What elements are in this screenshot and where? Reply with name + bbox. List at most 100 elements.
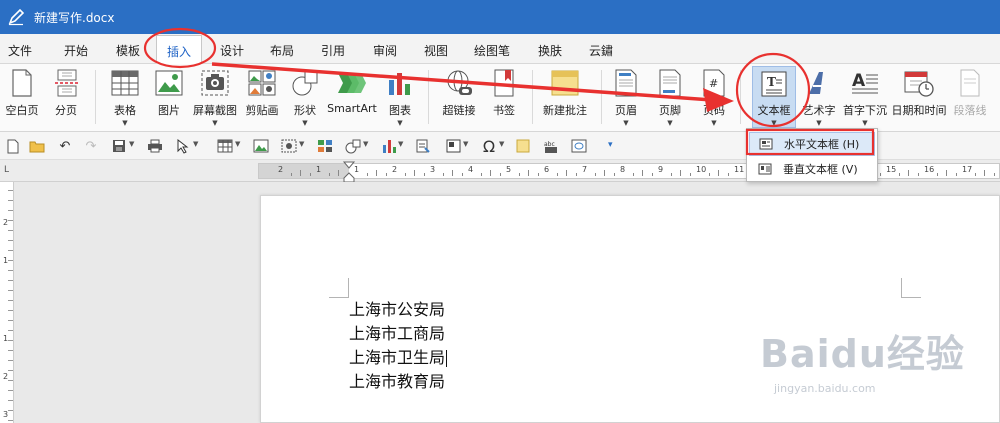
dropcap-dropdown-icon[interactable]: ▼ <box>862 119 867 127</box>
text-caret <box>446 350 448 367</box>
menu-view[interactable]: 视图 <box>424 42 448 59</box>
print-icon[interactable] <box>146 137 164 155</box>
chart-dropdown-small-icon[interactable]: ▼ <box>398 140 403 148</box>
page-number-button[interactable]: # 页码 ▼ <box>698 66 730 128</box>
blank-page-button[interactable]: 空白页 <box>4 66 40 128</box>
save-dropdown-icon[interactable]: ▼ <box>129 140 134 148</box>
toolbar-overflow-icon[interactable]: ▾ <box>608 140 613 150</box>
crop-mark-top-left <box>329 278 349 298</box>
insert-chart-icon[interactable] <box>380 137 398 155</box>
chart-dropdown-icon[interactable]: ▼ <box>397 119 402 127</box>
insert-textbox-small-icon[interactable] <box>444 137 462 155</box>
ruler-number: 8 <box>620 165 626 174</box>
table-button[interactable]: 表格 ▼ <box>108 66 142 128</box>
horizontal-textbox-icon <box>758 137 774 151</box>
document-body[interactable]: 上海市公安局 上海市工商局 上海市卫生局 上海市教育局 <box>349 298 448 394</box>
document-line: 上海市公安局 <box>349 300 446 319</box>
menu-home[interactable]: 开始 <box>64 42 88 59</box>
ruler-tick <box>566 170 567 176</box>
ruler-tick <box>898 173 900 176</box>
ruler-tick <box>499 173 501 176</box>
screenshot-dropdown-small-icon[interactable]: ▼ <box>299 140 304 148</box>
horizontal-textbox-item[interactable]: 水平文本框 (H) <box>749 132 875 156</box>
insert-screenshot-icon[interactable] <box>280 137 298 155</box>
header-button[interactable]: 页眉 ▼ <box>610 66 642 128</box>
ruler-tick <box>651 173 653 176</box>
menu-file[interactable]: 文件 <box>8 42 32 59</box>
footer-icon <box>655 68 685 98</box>
document-line-text: 上海市卫生局 <box>349 348 446 367</box>
shape-dropdown-small-icon[interactable]: ▼ <box>363 140 368 148</box>
new-document-icon[interactable] <box>4 137 22 155</box>
ruler-tick <box>689 173 691 176</box>
picture-label: 图片 <box>158 104 180 117</box>
ruler-tick <box>908 170 909 176</box>
ruler-tick <box>442 173 444 176</box>
footer-dropdown-icon[interactable]: ▼ <box>667 119 672 127</box>
comment-note-icon <box>550 68 580 98</box>
vertical-ruler-tick <box>8 200 13 201</box>
menu-design[interactable]: 设计 <box>220 42 244 59</box>
menu-drawing-pen[interactable]: 绘图笔 <box>474 42 510 59</box>
textbox-button[interactable]: T 文本框 ▼ <box>752 66 796 128</box>
open-folder-icon[interactable] <box>28 137 46 155</box>
pen-app-icon <box>6 7 26 27</box>
ruler-number: 15 <box>886 165 897 174</box>
page-number-dropdown-icon[interactable]: ▼ <box>711 119 716 127</box>
table-dropdown-icon[interactable]: ▼ <box>122 119 127 127</box>
menu-references[interactable]: 引用 <box>321 42 345 59</box>
page-break-button[interactable]: 分页 <box>50 66 82 128</box>
dropcap-button[interactable]: A 首字下沉 ▼ <box>840 66 890 128</box>
textbox-dropdown-small-icon[interactable]: ▼ <box>463 140 468 148</box>
header-label: 页眉 <box>615 104 637 117</box>
dropcap-icon: A <box>850 68 880 98</box>
wordart-dropdown-icon[interactable]: ▼ <box>816 119 821 127</box>
shape-dropdown-icon[interactable]: ▼ <box>302 119 307 127</box>
chart-button[interactable]: 图表 ▼ <box>384 66 416 128</box>
insert-comment-small-icon[interactable] <box>514 137 532 155</box>
menu-insert[interactable]: 插入 <box>156 35 203 64</box>
new-comment-label: 新建批注 <box>543 104 587 117</box>
menu-cloud[interactable]: 云鏽 <box>589 42 613 59</box>
document-line: 上海市卫生局 <box>349 346 448 370</box>
insert-shape-icon[interactable] <box>344 137 362 155</box>
blank-page-label: 空白页 <box>5 104 39 117</box>
menu-skin[interactable]: 换肤 <box>538 42 562 59</box>
smartart-button[interactable]: SmartArt <box>326 66 378 128</box>
hyperlink-button[interactable]: 超链接 <box>440 66 478 128</box>
screenshot-button[interactable]: 屏幕截图 ▼ <box>193 66 237 128</box>
new-comment-button[interactable]: 新建批注 <box>540 66 590 128</box>
symbol-dropdown-icon[interactable]: ▼ <box>499 140 504 148</box>
save-icon[interactable] <box>110 137 128 155</box>
indent-marker-icon[interactable] <box>343 161 355 183</box>
bookmark-button[interactable]: 书签 <box>488 66 520 128</box>
table-dropdown-small-icon[interactable]: ▼ <box>235 140 240 148</box>
menu-layout[interactable]: 布局 <box>270 42 294 59</box>
smartart-icon <box>337 68 367 98</box>
undo-icon[interactable]: ↶ <box>56 137 74 155</box>
vertical-textbox-item[interactable]: 垂直文本框 (V) <box>749 157 875 181</box>
wordart-button[interactable]: 艺术字 ▼ <box>800 66 838 128</box>
clipart-button[interactable]: 剪贴画 <box>243 66 281 128</box>
page-break-icon <box>51 68 81 98</box>
textbox-dropdown-icon[interactable]: ▼ <box>771 119 776 127</box>
insert-object-icon[interactable] <box>570 137 588 155</box>
menu-review[interactable]: 审阅 <box>373 42 397 59</box>
shape-button[interactable]: 形状 ▼ <box>288 66 322 128</box>
pointer-dropdown-icon[interactable]: ▼ <box>193 140 198 148</box>
select-pointer-icon[interactable] <box>174 137 192 155</box>
header-dropdown-icon[interactable]: ▼ <box>623 119 628 127</box>
svg-text:A: A <box>852 71 866 91</box>
insert-picture-icon[interactable] <box>252 137 270 155</box>
menu-template[interactable]: 模板 <box>116 42 140 59</box>
insert-symbol-icon[interactable]: Ω <box>480 137 498 156</box>
screenshot-dropdown-icon[interactable]: ▼ <box>212 119 217 127</box>
picture-button[interactable]: 图片 <box>152 66 186 128</box>
footer-button[interactable]: 页脚 ▼ <box>654 66 686 128</box>
insert-table-icon[interactable] <box>216 137 234 155</box>
datetime-button[interactable]: 日期和时间 <box>890 66 948 128</box>
tab-stop-selector[interactable]: L <box>4 165 9 175</box>
insert-field-icon[interactable] <box>414 137 432 155</box>
insert-clipart-icon[interactable] <box>316 137 334 155</box>
insert-pinyin-icon[interactable]: abc <box>542 137 560 155</box>
